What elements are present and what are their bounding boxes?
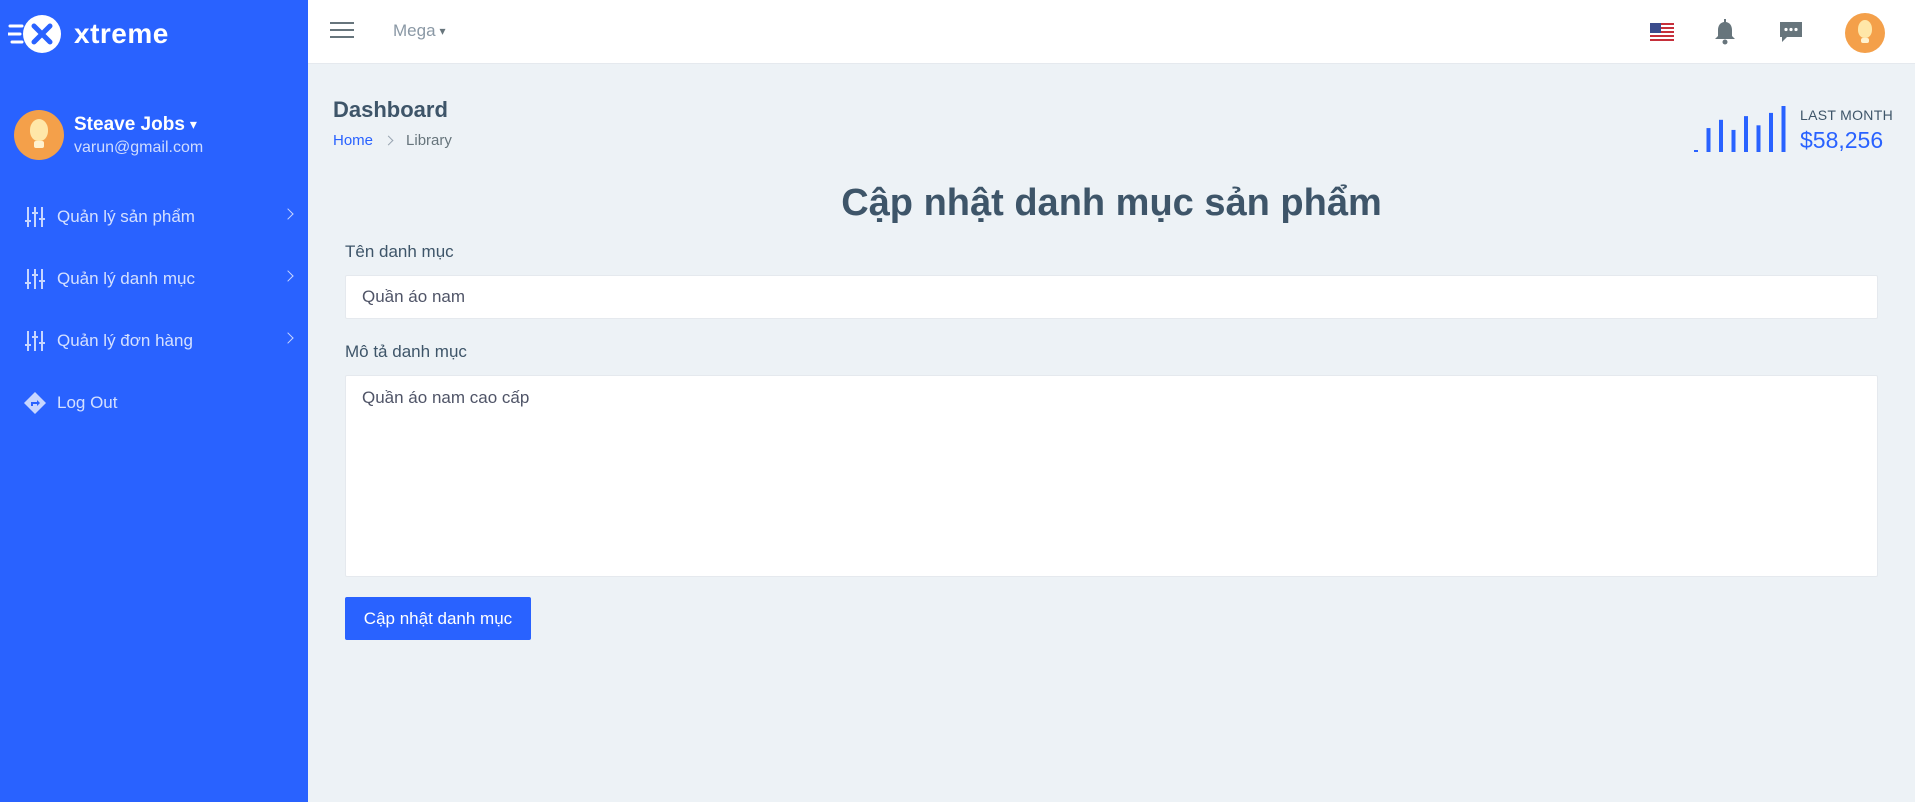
sparkline-bar	[1694, 150, 1698, 152]
chevron-down-icon: ▾	[439, 24, 446, 38]
update-category-button[interactable]: Cập nhật danh mục	[345, 597, 531, 640]
chevron-right-icon	[282, 208, 294, 220]
category-description-label: Mô tả danh mục	[345, 342, 467, 361]
breadcrumb-home-link[interactable]: Home	[333, 132, 373, 149]
breadcrumb: Home Library	[333, 132, 452, 149]
sidebar-item-orders[interactable]: Quản lý đơn hàng	[0, 310, 308, 372]
sparkline-bar	[1756, 125, 1761, 152]
sparkline-chart	[1694, 106, 1786, 152]
directions-icon	[24, 392, 46, 414]
brand-name: xtreme	[74, 18, 169, 49]
sidebar: xtreme Steave Jobs ▾ varun@gmail.com Quả…	[0, 0, 308, 802]
mega-menu-toggle[interactable]: Mega ▾	[393, 21, 446, 41]
sparkline-bar	[1706, 128, 1711, 152]
topbar: Mega ▾	[308, 0, 1915, 64]
menu-icon[interactable]	[330, 22, 354, 40]
sparkline-bar	[1769, 112, 1773, 152]
mega-label: Mega	[393, 21, 436, 40]
sparkline-bar	[1781, 106, 1786, 152]
us-flag-icon[interactable]	[1650, 23, 1674, 41]
breadcrumb-current: Library	[406, 132, 452, 149]
sparkline-bar	[1719, 119, 1723, 152]
stat-label: LAST MONTH	[1800, 107, 1893, 123]
stat-value: $58,256	[1800, 127, 1884, 153]
user-name[interactable]: Steave Jobs ▾	[74, 114, 203, 136]
sidebar-item-logout[interactable]: Log Out	[0, 372, 308, 434]
x-rocket-logo-icon	[8, 15, 61, 53]
chevron-right-icon	[282, 332, 294, 344]
sidebar-item-label: Log Out	[57, 393, 118, 412]
chevron-down-icon: ▾	[189, 116, 197, 132]
sidebar-item-label: Quản lý danh mục	[57, 269, 195, 288]
chevron-right-icon	[383, 135, 394, 146]
brand-logo[interactable]: xtreme	[8, 12, 169, 56]
chevron-right-icon	[282, 270, 294, 282]
sparkline-bar	[1731, 129, 1736, 152]
user-email: varun@gmail.com	[74, 138, 204, 156]
chat-icon[interactable]	[1778, 19, 1804, 45]
form-title: Cập nhật danh mục sản phẩm	[841, 182, 1382, 224]
avatar	[14, 110, 64, 160]
category-description-field[interactable]: Quần áo nam cao cấp	[345, 375, 1878, 577]
category-name-field[interactable]: Quần áo nam	[345, 275, 1878, 319]
user-profile[interactable]: Steave Jobs ▾ varun@gmail.com	[14, 110, 203, 160]
user-name-text: Steave Jobs	[74, 113, 185, 135]
sidebar-nav: Quản lý sản phẩm Quản lý danh mục Quản l…	[0, 186, 308, 434]
sparkline-bar	[1744, 116, 1748, 152]
sidebar-item-label: Quản lý sản phẩm	[57, 207, 195, 226]
sidebar-item-label: Quản lý đơn hàng	[57, 331, 193, 350]
sidebar-item-products[interactable]: Quản lý sản phẩm	[0, 186, 308, 248]
bell-icon[interactable]	[1713, 19, 1737, 45]
page-title: Dashboard	[333, 97, 448, 122]
sidebar-item-categories[interactable]: Quản lý danh mục	[0, 248, 308, 310]
avatar[interactable]	[1845, 13, 1885, 53]
sliders-icon	[25, 207, 45, 227]
sliders-icon	[25, 331, 45, 351]
sliders-icon	[25, 269, 45, 289]
category-name-label: Tên danh mục	[345, 242, 454, 261]
